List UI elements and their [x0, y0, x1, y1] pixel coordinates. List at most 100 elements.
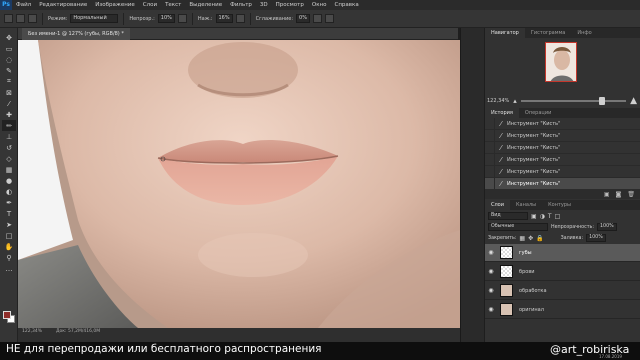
- shape-tool-icon[interactable]: □: [2, 230, 16, 241]
- navigator-preview[interactable]: [545, 42, 577, 82]
- brush-preset-icon[interactable]: [4, 14, 13, 23]
- history-source-checkbox[interactable]: [485, 141, 495, 154]
- menu-text[interactable]: Текст: [161, 2, 185, 8]
- layer-name[interactable]: оригинал: [519, 307, 544, 313]
- pressure-size-icon[interactable]: [324, 14, 334, 23]
- eyedropper-tool-icon[interactable]: ⁄: [2, 98, 16, 109]
- eye-icon[interactable]: ◉: [485, 306, 497, 313]
- menu-3d[interactable]: 3D: [256, 2, 272, 8]
- layer-filter-select[interactable]: Вид: [488, 212, 528, 220]
- document-tab[interactable]: Без имени-1 @ 127% (губы, RGB/8) *: [22, 27, 130, 40]
- filter-type-icon[interactable]: T: [548, 213, 552, 220]
- menu-edit[interactable]: Редактирование: [35, 2, 91, 8]
- history-source-checkbox[interactable]: [485, 153, 495, 166]
- zoom-slider[interactable]: [520, 97, 627, 105]
- tab-histogram[interactable]: Гистограмма: [525, 28, 572, 38]
- pressure-opacity-icon[interactable]: [177, 14, 187, 23]
- menu-image[interactable]: Изображение: [91, 2, 139, 8]
- menu-select[interactable]: Выделение: [185, 2, 226, 8]
- eye-icon[interactable]: ◉: [485, 249, 497, 256]
- zoom-tool-icon[interactable]: ⚲: [2, 252, 16, 263]
- trash-icon[interactable]: 🗑: [627, 191, 635, 198]
- menu-help[interactable]: Справка: [330, 2, 362, 8]
- brush-panel-icon[interactable]: [28, 14, 37, 23]
- tab-channels[interactable]: Каналы: [510, 200, 542, 210]
- tab-paths[interactable]: Контуры: [542, 200, 577, 210]
- layer-opacity-field[interactable]: 100%: [597, 223, 617, 231]
- doc-size-readout[interactable]: Док: 57,2M/416,0M: [56, 329, 100, 334]
- type-tool-icon[interactable]: T: [2, 208, 16, 219]
- brush-tool-icon[interactable]: ✏: [2, 120, 16, 131]
- quick-select-tool-icon[interactable]: ✎: [2, 65, 16, 76]
- brush-size-icon[interactable]: [16, 14, 25, 23]
- history-item[interactable]: ⁄ Инструмент "Кисть": [485, 141, 640, 154]
- gradient-tool-icon[interactable]: ▦: [2, 164, 16, 175]
- filter-adjust-icon[interactable]: ◑: [540, 213, 545, 220]
- smoothing-field[interactable]: 0%: [296, 14, 310, 23]
- zoom-slider-thumb[interactable]: [598, 97, 605, 105]
- history-source-checkbox[interactable]: [485, 129, 495, 142]
- layer-row[interactable]: ◉ обработка: [485, 282, 640, 300]
- opacity-field[interactable]: 10%: [157, 14, 175, 23]
- dodge-tool-icon[interactable]: ◐: [2, 186, 16, 197]
- blur-tool-icon[interactable]: ●: [2, 175, 16, 186]
- menu-file[interactable]: Файл: [12, 2, 35, 8]
- flow-field[interactable]: 16%: [215, 14, 233, 23]
- marquee-tool-icon[interactable]: ▭: [2, 43, 16, 54]
- foreground-color-swatch[interactable]: [3, 311, 11, 319]
- eraser-tool-icon[interactable]: ◇: [2, 153, 16, 164]
- mode-select[interactable]: Нормальный: [70, 14, 119, 23]
- eye-icon[interactable]: ◉: [485, 268, 497, 275]
- filter-image-icon[interactable]: ▣: [531, 213, 537, 220]
- menu-window[interactable]: Окно: [308, 2, 331, 8]
- tab-info[interactable]: Инфо: [571, 28, 597, 38]
- lasso-tool-icon[interactable]: ◌: [2, 54, 16, 65]
- menu-layers[interactable]: Слои: [139, 2, 161, 8]
- history-source-checkbox[interactable]: [485, 165, 495, 178]
- eye-icon[interactable]: ◉: [485, 287, 497, 294]
- zoom-in-icon[interactable]: ▲: [630, 96, 637, 106]
- filter-shape-icon[interactable]: □: [555, 213, 561, 220]
- history-brush-tool-icon[interactable]: ↺: [2, 142, 16, 153]
- clone-stamp-tool-icon[interactable]: ⊥: [2, 131, 16, 142]
- history-item[interactable]: ⁄ Инструмент "Кисть": [485, 153, 640, 166]
- airbrush-icon[interactable]: [235, 14, 245, 23]
- crop-tool-icon[interactable]: ⌗: [2, 76, 16, 87]
- tab-history[interactable]: История: [485, 108, 519, 118]
- canvas[interactable]: [18, 40, 460, 328]
- move-tool-icon[interactable]: ✥: [2, 32, 16, 43]
- hand-tool-icon[interactable]: ✋: [2, 241, 16, 252]
- healing-brush-tool-icon[interactable]: ✚: [2, 109, 16, 120]
- history-item[interactable]: ⁄ Инструмент "Кисть": [485, 165, 640, 178]
- lock-all-icon[interactable]: 🔒: [536, 235, 543, 242]
- settings-gear-icon[interactable]: [312, 14, 322, 23]
- menu-filter[interactable]: Фильтр: [226, 2, 256, 8]
- layer-row[interactable]: ◉ оригинал: [485, 301, 640, 319]
- lock-position-icon[interactable]: ✥: [528, 235, 533, 242]
- history-source-checkbox[interactable]: [485, 177, 495, 190]
- fill-field[interactable]: 100%: [586, 234, 606, 242]
- path-select-tool-icon[interactable]: ➤: [2, 219, 16, 230]
- history-source-checkbox[interactable]: [485, 117, 495, 130]
- navigator-zoom-value[interactable]: 122,34%: [487, 98, 509, 104]
- more-tools-icon[interactable]: …: [2, 263, 16, 274]
- zoom-out-icon[interactable]: ▴: [513, 97, 517, 105]
- tab-navigator[interactable]: Навигатор: [485, 28, 525, 38]
- layer-row[interactable]: ◉ брови: [485, 263, 640, 281]
- layer-name[interactable]: обработка: [519, 288, 547, 294]
- new-document-from-state-icon[interactable]: ▣: [604, 191, 610, 198]
- layer-name[interactable]: губы: [519, 250, 532, 256]
- tab-actions[interactable]: Операции: [519, 108, 557, 118]
- layer-row-selected[interactable]: ◉ губы: [485, 244, 640, 262]
- snapshot-camera-icon[interactable]: ◙: [616, 191, 622, 198]
- menu-view[interactable]: Просмотр: [272, 2, 308, 8]
- history-item[interactable]: ⁄ Инструмент "Кисть": [485, 117, 640, 130]
- tab-layers[interactable]: Слои: [485, 200, 510, 210]
- zoom-readout[interactable]: 122,34%: [22, 329, 42, 334]
- lock-pixels-icon[interactable]: ▦: [519, 235, 525, 242]
- frame-tool-icon[interactable]: ⊠: [2, 87, 16, 98]
- history-item[interactable]: ⁄ Инструмент "Кисть": [485, 129, 640, 142]
- layer-name[interactable]: брови: [519, 269, 535, 275]
- blend-mode-select[interactable]: Обычные: [488, 223, 548, 231]
- pen-tool-icon[interactable]: ✒: [2, 197, 16, 208]
